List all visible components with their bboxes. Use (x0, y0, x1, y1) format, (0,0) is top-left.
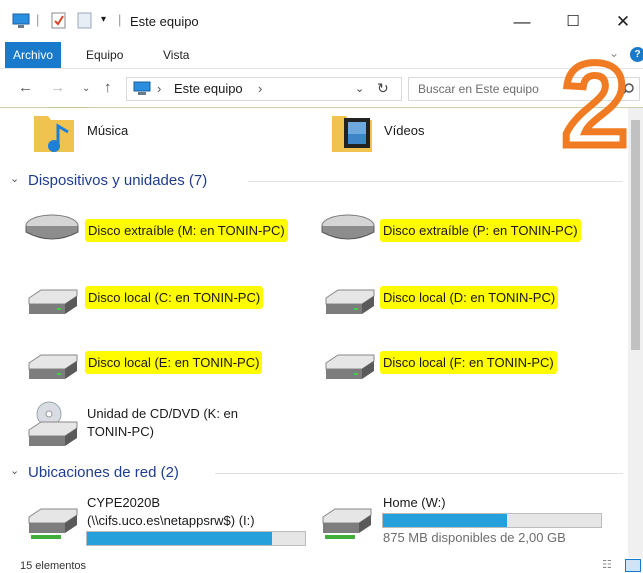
music-folder-icon (34, 116, 74, 152)
path-segment[interactable]: Este equipo (174, 81, 243, 96)
drive-label: Disco extraíble (P: en TONIN-PC) (380, 219, 581, 242)
computer-icon (133, 81, 151, 95)
back-arrow-icon[interactable]: ← (18, 79, 33, 96)
network-drive-w[interactable]: Home (W:) 875 MB disponibles de 2,00 GB (321, 493, 611, 553)
maximize-button[interactable]: ☐ (553, 8, 593, 36)
drive-label: Disco local (D: en TONIN-PC) (380, 286, 559, 309)
status-bar: 15 elementos ☷ (0, 558, 643, 573)
network-group-header[interactable]: Ubicaciones de red (2) (28, 464, 179, 481)
drive-p[interactable]: Disco extraíble (P: en TONIN-PC) (320, 210, 610, 246)
properties-icon[interactable] (51, 12, 67, 29)
local-disk-icon (325, 289, 375, 314)
network-drive-free-space: 875 MB disponibles de 2,00 GB (383, 530, 566, 545)
tab-vista[interactable]: Vista (155, 42, 197, 68)
drive-e[interactable]: Disco local (E: en TONIN-PC) (27, 345, 287, 381)
local-disk-icon (28, 354, 78, 379)
drive-label-line1: Unidad de CD/DVD (K: en (87, 406, 239, 421)
group-divider (215, 473, 623, 474)
search-placeholder: Buscar en Este equipo (418, 82, 539, 96)
separator: | (118, 12, 122, 27)
address-dropdown-icon[interactable]: ⌄ (355, 82, 364, 95)
folder-label: Vídeos (384, 123, 425, 138)
separator: | (36, 12, 40, 27)
drive-m[interactable]: Disco extraíble (M: en TONIN-PC) (24, 210, 304, 246)
cd-dvd-drive-icon (28, 401, 78, 446)
folder-musica[interactable]: Música (32, 110, 172, 156)
ribbon-tabs: Archivo Equipo Vista ⌄ ? (0, 42, 643, 69)
usage-fill (87, 532, 273, 545)
network-drive-name: CYPE2020B (87, 495, 160, 510)
drive-k[interactable]: Unidad de CD/DVD (K: en TONIN-PC) (27, 400, 287, 450)
folder-label: Música (87, 123, 129, 138)
network-drive-icon (322, 508, 372, 539)
quick-access-dropdown-icon[interactable]: ▾ (101, 14, 106, 25)
tab-equipo[interactable]: Equipo (78, 42, 131, 68)
usage-fill (383, 514, 508, 527)
overlay-number-text: 2 (562, 45, 628, 165)
drive-label-line2: TONIN-PC) (87, 424, 154, 439)
removable-disk-icon (321, 214, 375, 240)
overlay-number-two: 2 (559, 45, 632, 165)
network-drive-path: (\\cifs.uco.es\netappsrw$) (I:) (87, 513, 255, 528)
computer-icon (12, 13, 30, 28)
window-title: Este equipo (130, 14, 199, 29)
tab-archivo[interactable]: Archivo (5, 42, 62, 68)
folder-videos[interactable]: Vídeos (330, 110, 470, 156)
local-disk-icon (325, 354, 375, 379)
removable-disk-icon (25, 214, 79, 240)
up-arrow-icon[interactable]: ↑ (104, 79, 112, 96)
usage-bar (382, 513, 602, 528)
minimize-button[interactable]: — (502, 8, 542, 36)
path-separator: › (157, 81, 162, 96)
drive-label: Disco extraíble (M: en TONIN-PC) (85, 219, 288, 242)
drive-label: Disco local (C: en TONIN-PC) (85, 286, 264, 309)
large-icons-view-icon[interactable] (625, 559, 641, 572)
drive-f[interactable]: Disco local (F: en TONIN-PC) (324, 345, 584, 381)
item-count: 15 elementos (20, 560, 87, 572)
details-view-icon[interactable]: ☷ (602, 558, 612, 571)
path-separator: › (258, 81, 263, 96)
forward-arrow-icon[interactable]: → (50, 79, 65, 96)
drive-label: Disco local (E: en TONIN-PC) (85, 351, 263, 374)
network-drive-icon (28, 508, 78, 539)
title-bar: | ▾ | Este equipo — ☐ ✕ (0, 0, 643, 42)
recent-locations-icon[interactable]: ⌄ (82, 83, 90, 94)
address-field[interactable]: › Este equipo › ⌄ ↻ (126, 77, 402, 101)
videos-folder-icon (332, 116, 372, 152)
network-drive-i[interactable]: CYPE2020B (\\cifs.uco.es\netappsrw$) (I:… (27, 493, 312, 553)
usage-bar (86, 531, 306, 546)
file-explorer-window: | ▾ | Este equipo — ☐ ✕ Archivo Equipo V… (0, 0, 643, 573)
network-drive-name: Home (W:) (383, 495, 446, 510)
new-folder-icon[interactable] (77, 12, 93, 29)
refresh-icon[interactable]: ↻ (377, 80, 389, 97)
collapse-chevron-icon[interactable]: ⌄ (10, 464, 19, 477)
group-divider (248, 181, 623, 182)
local-disk-icon (28, 289, 78, 314)
drive-label: Disco local (F: en TONIN-PC) (380, 351, 557, 374)
close-button[interactable]: ✕ (603, 8, 643, 36)
collapse-chevron-icon[interactable]: ⌄ (10, 172, 19, 185)
devices-group-header[interactable]: Dispositivos y unidades (7) (28, 172, 207, 189)
drive-c[interactable]: Disco local (C: en TONIN-PC) (27, 280, 287, 316)
drive-d[interactable]: Disco local (D: en TONIN-PC) (324, 280, 584, 316)
